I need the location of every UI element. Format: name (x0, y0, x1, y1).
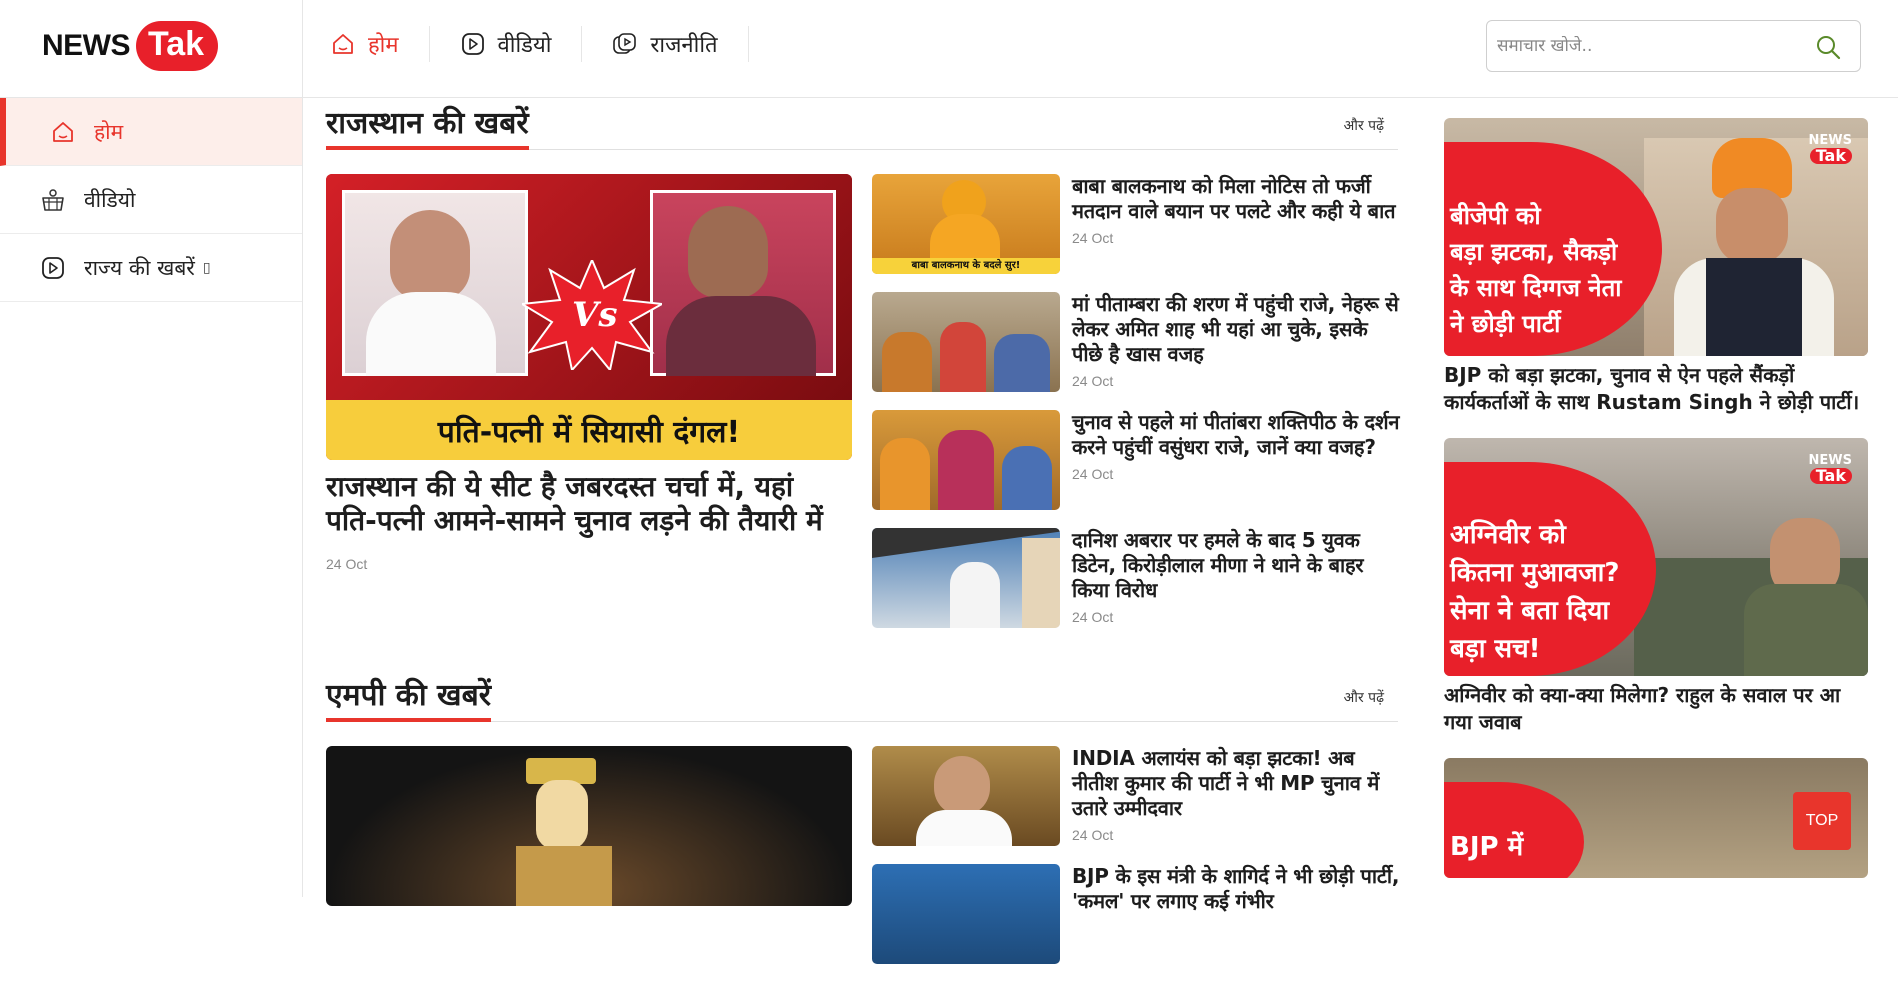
story-thumbnail[interactable] (872, 864, 1060, 964)
story-list: बाबा बालकनाथ के बदले सुर! बाबा बालकनाथ क… (872, 174, 1402, 646)
lead-date: 24 Oct (326, 556, 368, 572)
sidebar-divider (302, 0, 303, 897)
topnav-label: राजनीति (650, 33, 718, 58)
topnav-label: वीडियो (497, 33, 552, 58)
topnav-item-home[interactable]: होम (330, 26, 430, 62)
read-more-link[interactable]: और पढ़ें (1344, 688, 1384, 707)
right-card-title[interactable]: अग्निवीर को क्या-क्या मिलेगा? राहुल के स… (1444, 682, 1868, 736)
sidebar-item-video[interactable]: वीडियो (0, 166, 302, 234)
list-item[interactable]: BJP के इस मंत्री के शागिर्द ने भी छोड़ी … (872, 864, 1402, 970)
overlay-line: सेना ने बता दिया (1450, 596, 1610, 626)
right-card[interactable]: बीजेपी को बड़ा झटका, सैकड़ो के साथ दिग्ग… (1444, 118, 1868, 416)
search-box (1486, 20, 1861, 72)
topnav-label: होम (368, 33, 399, 58)
card-overlay-text: BJP में (1450, 830, 1523, 864)
section-header-rajasthan: राजस्थान की खबरें और पढ़ें (326, 98, 1398, 150)
thumb-caption: बाबा बालकनाथ के बदले सुर! (872, 258, 1060, 274)
sidebar-item-home[interactable]: होम (0, 98, 302, 166)
site-logo[interactable]: NEWS Tak (42, 20, 219, 72)
sidebar: होम वीडियो राज्य की खबरें ▯ (0, 98, 302, 302)
search-icon[interactable] (1814, 33, 1842, 61)
sidebar-item-label: राज्य की खबरें (84, 255, 195, 280)
read-more-link[interactable]: और पढ़ें (1344, 116, 1384, 135)
watermark-tak: Tak (1809, 148, 1852, 164)
right-card-image[interactable]: बीजेपी को बड़ा झटका, सैकड़ो के साथ दिग्ग… (1444, 118, 1868, 356)
section-title[interactable]: राजस्थान की खबरें (326, 104, 529, 150)
svg-text:Vs: Vs (572, 295, 618, 335)
overlay-line: BJP में (1450, 832, 1524, 862)
lead-title[interactable]: राजस्थान की ये सीट है जबरदस्त चर्चा में,… (326, 470, 852, 538)
story-list: INDIA अलायंस को बड़ा झटका! अब नीतीश कुमा… (872, 746, 1402, 982)
story-date: 24 Oct (1072, 466, 1114, 482)
list-item[interactable]: मां पीताम्बरा की शरण में पहुंची राजे, ने… (872, 292, 1402, 398)
play-icon (42, 256, 64, 279)
home-icon (333, 34, 353, 54)
right-column: बीजेपी को बड़ा झटका, सैकड़ो के साथ दिग्ग… (1444, 118, 1868, 900)
watermark-tak: Tak (1809, 468, 1852, 484)
chevron-down-icon[interactable]: ▯ (203, 260, 211, 276)
topnav-item-video[interactable]: वीडियो (460, 26, 583, 62)
overlay-line: बीजेपी को (1450, 202, 1541, 230)
card-overlay-text: अग्निवीर को कितना मुआवजा? सेना ने बता दि… (1450, 516, 1619, 668)
newstak-watermark: NEWS Tak (1809, 454, 1852, 485)
story-title[interactable]: BJP के इस मंत्री के शागिर्द ने भी छोड़ी … (1072, 864, 1402, 914)
lead-image[interactable]: Vs पति-पत्नी में सियासी दंगल! (326, 174, 852, 460)
list-item[interactable]: चुनाव से पहले मां पीतांबरा शक्तिपीठ के द… (872, 410, 1402, 516)
logo-news-text: NEWS (42, 29, 131, 62)
section-header-mp: एमपी की खबरें और पढ़ें (326, 670, 1398, 722)
story-thumbnail[interactable] (872, 746, 1060, 846)
overlay-line: बड़ा झटका, सैकड़ो (1450, 238, 1618, 266)
story-date: 24 Oct (1072, 230, 1114, 246)
lead-story[interactable]: Vs पति-पत्नी में सियासी दंगल! राजस्थान क… (326, 174, 852, 572)
lead-story[interactable] (326, 746, 852, 906)
politics-play-icon (613, 33, 637, 54)
home-icon (53, 121, 73, 142)
story-date: 24 Oct (1072, 373, 1114, 389)
overlay-line: ने छोड़ी पार्टी (1450, 310, 1561, 338)
right-card-title[interactable]: BJP को बड़ा झटका, चुनाव से ऐन पहले सैंकड… (1444, 362, 1868, 416)
overlay-line: कितना मुआवजा? (1450, 558, 1620, 588)
story-thumbnail[interactable]: बाबा बालकनाथ के बदले सुर! (872, 174, 1060, 274)
scroll-top-button[interactable]: TOP (1793, 792, 1851, 850)
overlay-line: के साथ दिग्गज नेता (1450, 274, 1622, 302)
lead-image-caption-bar: पति-पत्नी में सियासी दंगल! (326, 400, 852, 460)
play-icon (461, 33, 484, 55)
story-title[interactable]: चुनाव से पहले मां पीतांबरा शक्तिपीठ के द… (1072, 410, 1402, 460)
sidebar-item-states[interactable]: राज्य की खबरें ▯ (0, 234, 302, 302)
section-title[interactable]: एमपी की खबरें (326, 676, 491, 722)
overlay-line: अग्निवीर को (1450, 520, 1566, 550)
newstak-watermark: NEWS Tak (1809, 134, 1852, 165)
card-overlay-text: बीजेपी को बड़ा झटका, सैकड़ो के साथ दिग्ग… (1450, 198, 1622, 342)
sidebar-item-label: वीडियो (84, 187, 136, 212)
main-content: राजस्थान की खबरें और पढ़ें Vs पति-पत्नी … (326, 98, 1400, 964)
story-thumbnail[interactable] (872, 528, 1060, 628)
right-card-image[interactable]: अग्निवीर को कितना मुआवजा? सेना ने बता दि… (1444, 438, 1868, 676)
story-title[interactable]: दानिश अबरार पर हमले के बाद 5 युवक डिटेन,… (1072, 528, 1402, 603)
topnav-item-politics[interactable]: राजनीति (612, 26, 749, 62)
list-item[interactable]: दानिश अबरार पर हमले के बाद 5 युवक डिटेन,… (872, 528, 1402, 634)
story-date: 24 Oct (1072, 609, 1114, 625)
right-card[interactable]: अग्निवीर को कितना मुआवजा? सेना ने बता दि… (1444, 438, 1868, 736)
list-item[interactable]: INDIA अलायंस को बड़ा झटका! अब नीतीश कुमा… (872, 746, 1402, 852)
versus-burst-icon: Vs (522, 260, 662, 370)
overlay-line: बड़ा सच! (1450, 634, 1541, 664)
story-title[interactable]: मां पीताम्बरा की शरण में पहुंची राजे, ने… (1072, 292, 1402, 367)
story-thumbnail[interactable] (872, 292, 1060, 392)
story-title[interactable]: बाबा बालकनाथ को मिला नोटिस तो फर्जी मतदा… (1072, 174, 1402, 224)
logo-tak-text: Tak (136, 21, 219, 71)
story-thumbnail[interactable] (872, 410, 1060, 510)
top-nav: होम वीडियो राजनीति (330, 26, 749, 62)
search-input[interactable] (1497, 36, 1797, 56)
story-title[interactable]: INDIA अलायंस को बड़ा झटका! अब नीतीश कुमा… (1072, 746, 1402, 821)
site-header: NEWS Tak होम वीडियो राजनीति (0, 0, 1898, 98)
sidebar-item-label: होम (94, 119, 124, 144)
story-date: 24 Oct (1072, 827, 1114, 843)
lead-image-caption: पति-पत्नी में सियासी दंगल! (437, 414, 741, 450)
lead-image[interactable] (326, 746, 852, 906)
video-basket-icon (42, 188, 64, 211)
list-item[interactable]: बाबा बालकनाथ के बदले सुर! बाबा बालकनाथ क… (872, 174, 1402, 280)
